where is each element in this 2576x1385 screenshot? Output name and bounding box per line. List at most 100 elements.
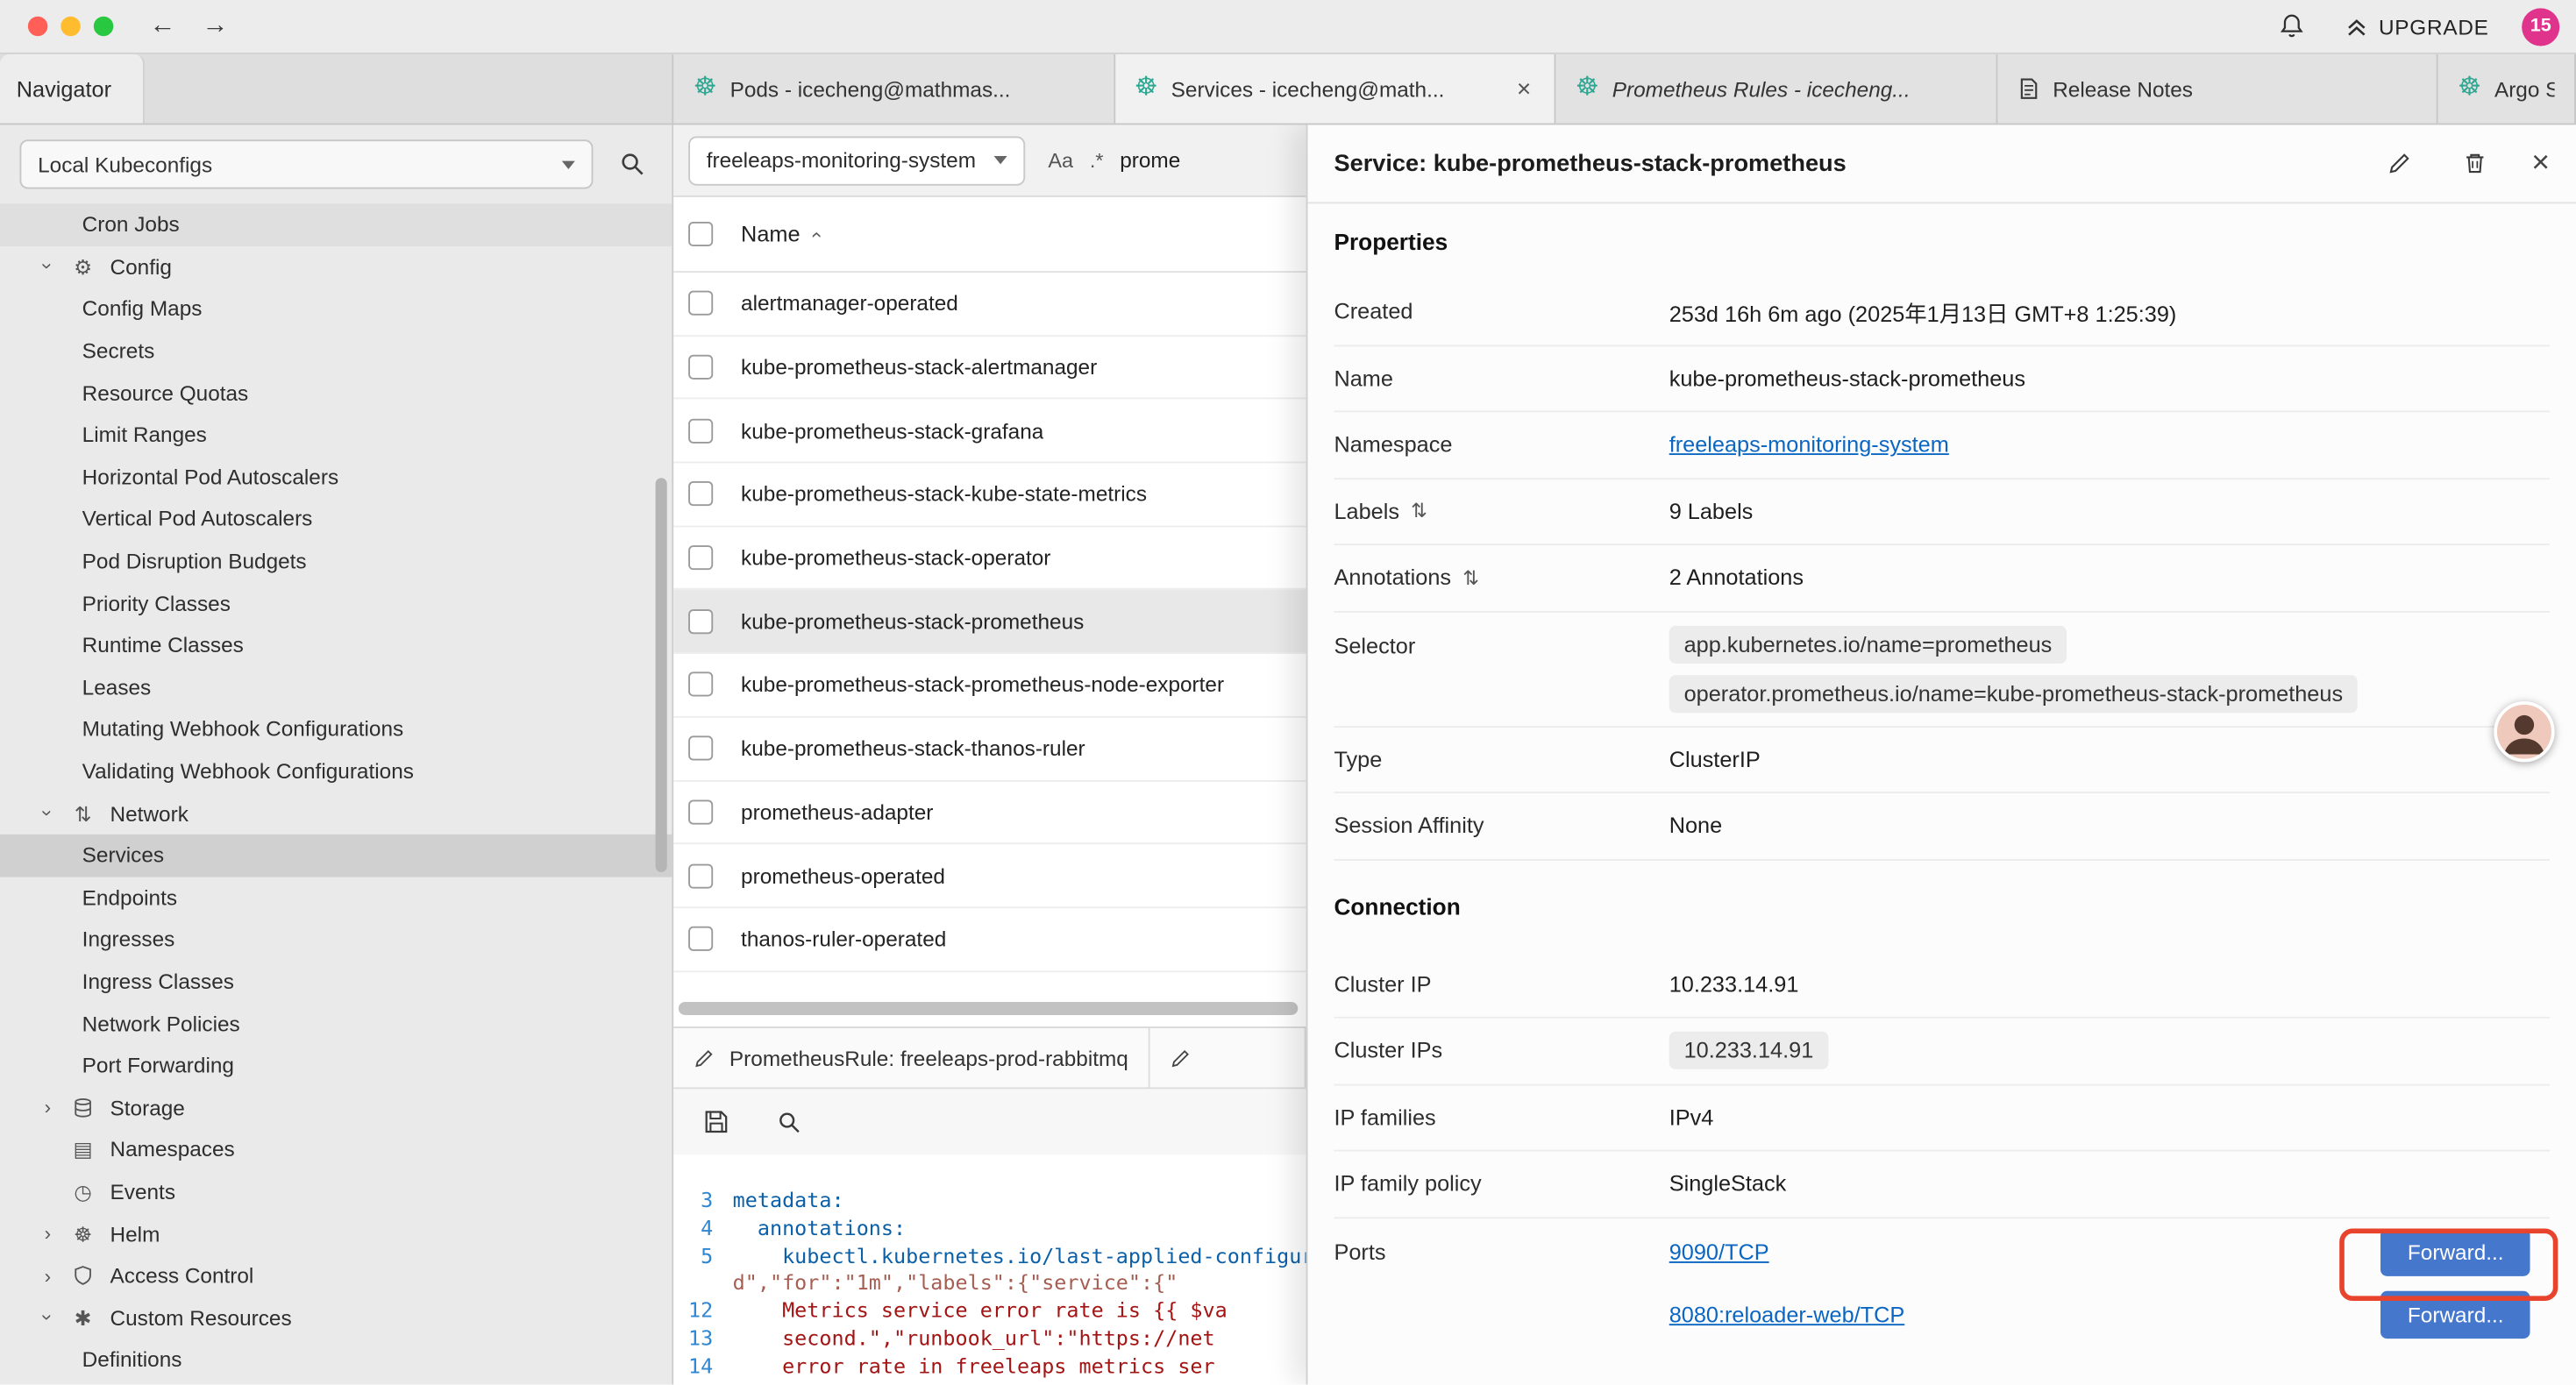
forward-button[interactable]: → (202, 13, 228, 39)
dock-tab-prometheusrule[interactable]: PrometheusRule: freeleaps-prod-rabbitmq (673, 1028, 1149, 1087)
sidebar-item-access-control[interactable]: ›Access Control (0, 1254, 672, 1296)
row-checkbox[interactable] (688, 672, 713, 697)
minimize-window-button[interactable] (60, 17, 80, 36)
sidebar-item-mutating-webhook-configurations[interactable]: Mutating Webhook Configurations (0, 708, 672, 750)
table-row[interactable]: prometheus-operated (673, 844, 1306, 907)
sidebar-item-pod-disruption-budgets[interactable]: Pod Disruption Budgets (0, 540, 672, 582)
service-name: kube-prometheus-stack-prometheus (741, 609, 1084, 634)
table-row[interactable]: kube-prometheus-stack-operator (673, 527, 1306, 590)
tab-pods[interactable]: ☸ Pods - icecheng@mathmas... (673, 54, 1114, 124)
sidebar-item-port-forwarding[interactable]: Port Forwarding (0, 1044, 672, 1086)
sidebar-item-horizontal-pod-autoscalers[interactable]: Horizontal Pod Autoscalers (0, 456, 672, 498)
table-row[interactable]: thanos-ruler-operated (673, 908, 1306, 971)
save-icon[interactable] (696, 1102, 736, 1141)
navigator-panel-tab[interactable]: Navigator (0, 54, 145, 124)
row-checkbox[interactable] (688, 863, 713, 888)
sidebar-item-network-policies[interactable]: Network Policies (0, 1002, 672, 1044)
sidebar-item-services[interactable]: Services (0, 835, 672, 877)
sidebar-item-custom-resources[interactable]: ›✱Custom Resources (0, 1296, 672, 1339)
back-button[interactable]: ← (150, 13, 176, 39)
close-window-button[interactable] (28, 17, 47, 36)
sidebar-item-resource-quotas[interactable]: Resource Quotas (0, 372, 672, 414)
avatar[interactable] (2494, 701, 2554, 762)
notifications-bell-icon[interactable] (2272, 6, 2311, 46)
row-checkbox[interactable] (688, 736, 713, 761)
table-row[interactable]: kube-prometheus-stack-grafana (673, 400, 1306, 463)
dock-tab-partial[interactable] (1149, 1028, 1306, 1087)
forward-button[interactable]: Forward... (2381, 1229, 2530, 1276)
sidebar-item-label: Access Control (110, 1263, 254, 1288)
scrollbar-thumb[interactable] (679, 1002, 1298, 1015)
sidebar-item-label: Config (110, 254, 172, 279)
expand-toggle-icon[interactable]: ⇅ (1462, 566, 1479, 589)
forward-button[interactable]: Forward... (2381, 1291, 2530, 1339)
delete-trash-icon[interactable] (2456, 144, 2495, 183)
sidebar-item-config[interactable]: ›⚙Config (0, 245, 672, 288)
property-row-name: Name kube-prometheus-stack-prometheus (1334, 345, 2550, 412)
expand-toggle-icon[interactable]: ⇅ (1411, 500, 1427, 522)
sidebar-item-limit-ranges[interactable]: Limit Ranges (0, 414, 672, 456)
sidebar-item-storage[interactable]: ›Storage (0, 1086, 672, 1128)
tab-release-notes[interactable]: Release Notes (1997, 54, 2438, 124)
sidebar-item-ingress-classes[interactable]: Ingress Classes (0, 961, 672, 1003)
sidebar-scrollbar[interactable] (656, 478, 667, 872)
name-column-header[interactable]: Name › (741, 222, 818, 246)
tab-argo[interactable]: ☸ Argo S (2438, 54, 2576, 124)
search-input[interactable]: Aa .* prome (1048, 148, 1180, 173)
row-checkbox[interactable] (688, 545, 713, 570)
row-checkbox[interactable] (688, 291, 713, 316)
sidebar-item-priority-classes[interactable]: Priority Classes (0, 582, 672, 624)
sidebar-item-endpoints[interactable]: Endpoints (0, 877, 672, 919)
table-row[interactable]: kube-prometheus-stack-prometheus-node-ex… (673, 654, 1306, 717)
horizontal-scrollbar[interactable] (679, 1002, 1298, 1017)
port-link-9090[interactable]: 9090/TCP (1669, 1240, 1769, 1265)
yaml-editor[interactable]: 3metadata: 4 annotations: 5 kubectl.kube… (673, 1154, 1306, 1384)
zoom-window-button[interactable] (94, 17, 113, 36)
row-checkbox[interactable] (688, 482, 713, 507)
code-line: error rate in freeleaps metrics ser (733, 1353, 1215, 1381)
close-tab-icon[interactable]: × (1513, 76, 1534, 101)
sidebar-item-runtime-classes[interactable]: Runtime Classes (0, 624, 672, 666)
table-row[interactable]: kube-prometheus-stack-alertmanager (673, 337, 1306, 400)
table-row[interactable]: alertmanager-operated (673, 273, 1306, 336)
search-icon[interactable] (769, 1102, 808, 1141)
row-checkbox[interactable] (688, 799, 713, 824)
row-checkbox[interactable] (688, 927, 713, 951)
gear-icon: ⚙ (71, 254, 96, 279)
tab-prometheus-rules[interactable]: ☸ Prometheus Rules - icecheng... (1555, 54, 1996, 124)
port-link-8080[interactable]: 8080:reloader-web/TCP (1669, 1303, 1905, 1327)
select-all-checkbox[interactable] (688, 222, 713, 246)
sidebar-item-leases[interactable]: Leases (0, 666, 672, 708)
edit-pencil-icon[interactable] (2380, 144, 2420, 183)
kubeconfig-select[interactable]: Local Kubeconfigs (19, 139, 593, 188)
regex-toggle[interactable]: .* (1090, 149, 1104, 172)
row-checkbox[interactable] (688, 609, 713, 634)
upgrade-icon (2345, 14, 2369, 39)
close-icon[interactable]: × (2531, 148, 2550, 180)
sidebar-item-vertical-pod-autoscalers[interactable]: Vertical Pod Autoscalers (0, 498, 672, 540)
namespace-link[interactable]: freeleaps-monitoring-system (1669, 432, 1949, 457)
sidebar-item-helm[interactable]: ›☸Helm (0, 1212, 672, 1254)
match-case-toggle[interactable]: Aa (1048, 149, 1073, 172)
sidebar-item-secrets[interactable]: Secrets (0, 330, 672, 372)
search-icon[interactable] (613, 145, 652, 184)
sidebar-item-namespaces[interactable]: ▤Namespaces (0, 1128, 672, 1170)
tab-services[interactable]: ☸ Services - icecheng@math... × (1114, 54, 1555, 124)
sidebar-item-definitions[interactable]: Definitions (0, 1339, 672, 1381)
row-checkbox[interactable] (688, 355, 713, 380)
table-row[interactable]: kube-prometheus-stack-kube-state-metrics (673, 464, 1306, 527)
sidebar-item-events[interactable]: ◷Events (0, 1170, 672, 1212)
upgrade-button[interactable]: UPGRADE (2345, 14, 2489, 39)
row-checkbox[interactable] (688, 418, 713, 443)
namespace-select[interactable]: freeleaps-monitoring-system (688, 136, 1025, 185)
sidebar-item-ingresses[interactable]: Ingresses (0, 919, 672, 961)
table-row-selected[interactable]: kube-prometheus-stack-prometheus (673, 590, 1306, 653)
service-name: alertmanager-operated (741, 291, 958, 316)
notification-count-badge[interactable]: 15 (2522, 7, 2559, 45)
sidebar-item-config-maps[interactable]: Config Maps (0, 288, 672, 330)
sidebar-item-network[interactable]: ›⇅Network (0, 792, 672, 835)
sidebar-item-cron-jobs[interactable]: Cron Jobs (0, 203, 672, 245)
sidebar-item-validating-webhook-configurations[interactable]: Validating Webhook Configurations (0, 750, 672, 792)
table-row[interactable]: prometheus-adapter (673, 781, 1306, 844)
table-row[interactable]: kube-prometheus-stack-thanos-ruler (673, 717, 1306, 780)
